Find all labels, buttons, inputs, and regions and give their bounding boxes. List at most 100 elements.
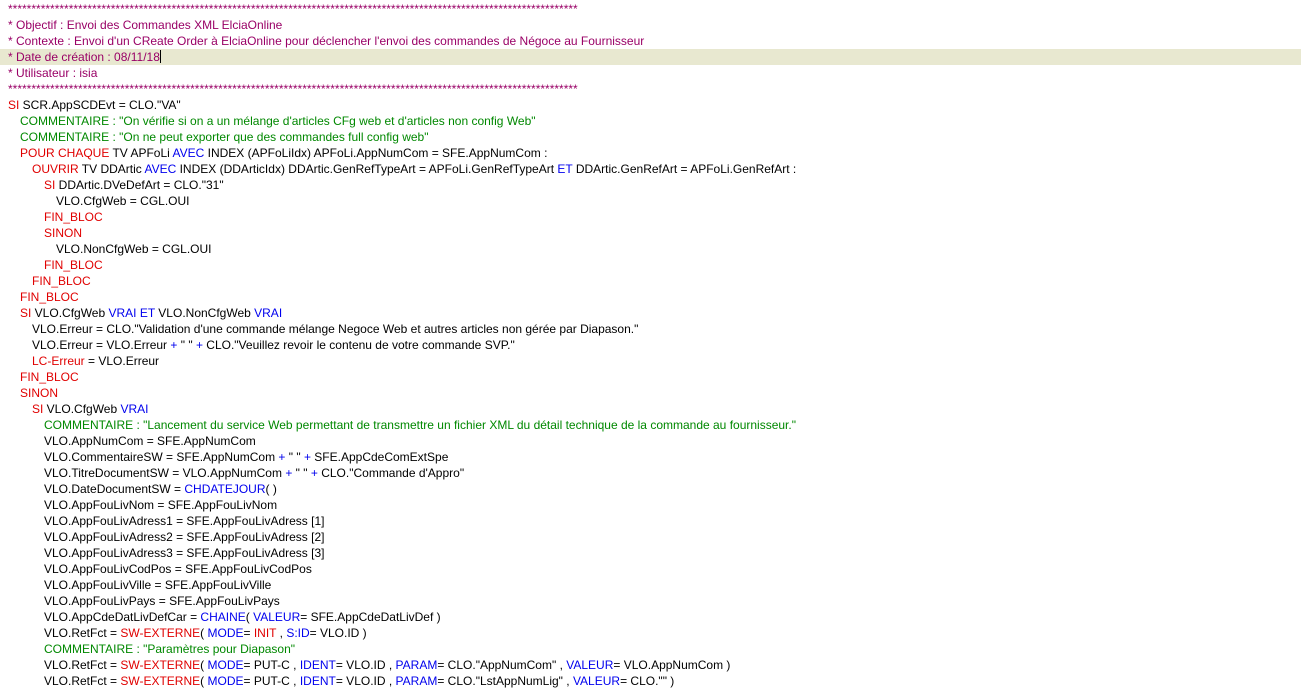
code-line[interactable]: * Utilisateur : isia bbox=[0, 65, 1301, 81]
code-line[interactable]: FIN_BLOC bbox=[0, 209, 1301, 225]
code-line[interactable]: VLO.AppFouLivNom = SFE.AppFouLivNom bbox=[0, 497, 1301, 513]
code-line[interactable]: FIN_BLOC bbox=[0, 289, 1301, 305]
code-text: VLO.RetFct = bbox=[44, 674, 121, 688]
code-text: TV APFoLi bbox=[109, 146, 173, 160]
code-editor[interactable]: ****************************************… bbox=[0, 0, 1301, 694]
code-text: = CLO."LstAppNumLig" , bbox=[437, 674, 573, 688]
comment-text: COMMENTAIRE : "Lancement du service Web … bbox=[44, 418, 796, 432]
keyword-token: POUR CHAQUE bbox=[20, 146, 110, 160]
operator-token: VRAI ET bbox=[108, 306, 155, 320]
code-text: VLO.AppNumCom = SFE.AppNumCom bbox=[44, 434, 256, 448]
operator-token: VRAI bbox=[120, 402, 149, 416]
text-caret bbox=[159, 50, 161, 63]
code-line[interactable]: SI VLO.CfgWeb VRAI ET VLO.NonCfgWeb VRAI bbox=[0, 305, 1301, 321]
code-line[interactable]: VLO.RetFct = SW-EXTERNE( MODE= INIT , S:… bbox=[0, 625, 1301, 641]
code-text: VLO.CommentaireSW = SFE.AppNumCom bbox=[44, 450, 279, 464]
code-line[interactable]: * Contexte : Envoi d'un CReate Order à E… bbox=[0, 33, 1301, 49]
code-text: VLO.CfgWeb bbox=[31, 306, 109, 320]
operator-token: AVEC bbox=[144, 162, 177, 176]
code-line[interactable]: FIN_BLOC bbox=[0, 369, 1301, 385]
code-line[interactable]: SINON bbox=[0, 385, 1301, 401]
code-text: VLO.AppFouLivAdress1 = SFE.AppFouLivAdre… bbox=[44, 514, 325, 528]
code-line[interactable]: VLO.Erreur = VLO.Erreur + " " + CLO."Veu… bbox=[0, 337, 1301, 353]
operator-token: CHAINE bbox=[200, 610, 246, 624]
code-text: CLO."Commande d'Appro" bbox=[317, 466, 465, 480]
code-line[interactable]: VLO.AppNumCom = SFE.AppNumCom bbox=[0, 433, 1301, 449]
header-comment-text: ****************************************… bbox=[8, 2, 578, 16]
code-line[interactable]: FIN_BLOC bbox=[0, 257, 1301, 273]
code-line[interactable]: SI VLO.CfgWeb VRAI bbox=[0, 401, 1301, 417]
keyword-token: FIN_BLOC bbox=[44, 210, 103, 224]
operator-token: VALEUR bbox=[253, 610, 301, 624]
code-line[interactable]: VLO.AppCdeDatLivDefCar = CHAINE( VALEUR=… bbox=[0, 609, 1301, 625]
code-text: = CLO."" ) bbox=[620, 674, 675, 688]
code-line[interactable]: ****************************************… bbox=[0, 81, 1301, 97]
keyword-token: SI bbox=[32, 402, 44, 416]
code-text: = VLO.AppNumCom ) bbox=[613, 658, 731, 672]
code-line[interactable]: COMMENTAIRE : "On vérifie si on a un mél… bbox=[0, 113, 1301, 129]
keyword-token: FIN_BLOC bbox=[32, 274, 91, 288]
code-line[interactable]: VLO.Erreur = CLO."Validation d'une comma… bbox=[0, 321, 1301, 337]
header-comment-text: ****************************************… bbox=[8, 82, 578, 96]
code-line[interactable]: FIN_BLOC bbox=[0, 273, 1301, 289]
code-text: ( bbox=[245, 610, 254, 624]
code-line[interactable]: COMMENTAIRE : "Paramètres pour Diapason" bbox=[0, 641, 1301, 657]
operator-token: ET bbox=[557, 162, 573, 176]
code-text: VLO.CfgWeb = CGL.OUI bbox=[56, 194, 190, 208]
code-line[interactable]: COMMENTAIRE : "On ne peut exporter que d… bbox=[0, 129, 1301, 145]
code-line[interactable]: VLO.AppFouLivVille = SFE.AppFouLivVille bbox=[0, 577, 1301, 593]
header-comment-text: * Objectif : Envoi des Commandes XML Elc… bbox=[8, 18, 283, 32]
code-line[interactable]: VLO.AppFouLivPays = SFE.AppFouLivPays bbox=[0, 593, 1301, 609]
header-comment-text: * Date de création : 08/11/18 bbox=[8, 50, 160, 64]
code-text: VLO.AppCdeDatLivDefCar = bbox=[44, 610, 201, 624]
keyword-token: FIN_BLOC bbox=[20, 290, 79, 304]
code-text: = PUT-C , bbox=[243, 674, 300, 688]
code-text: " " bbox=[285, 450, 304, 464]
header-comment-text: * Contexte : Envoi d'un CReate Order à E… bbox=[8, 34, 645, 48]
code-line[interactable]: VLO.TitreDocumentSW = VLO.AppNumCom + " … bbox=[0, 465, 1301, 481]
code-line[interactable]: LC-Erreur = VLO.Erreur bbox=[0, 353, 1301, 369]
code-line[interactable]: VLO.DateDocumentSW = CHDATEJOUR( ) bbox=[0, 481, 1301, 497]
code-line[interactable]: ****************************************… bbox=[0, 1, 1301, 17]
code-text: = VLO.ID , bbox=[335, 674, 396, 688]
operator-token: MODE bbox=[207, 658, 244, 672]
code-line[interactable]: VLO.RetFct = SW-EXTERNE( MODE= PUT-C , I… bbox=[0, 657, 1301, 673]
code-line[interactable]: VLO.CfgWeb = CGL.OUI bbox=[0, 193, 1301, 209]
code-text: VLO.AppFouLivAdress2 = SFE.AppFouLivAdre… bbox=[44, 530, 325, 544]
code-text: = SFE.AppCdeDatLivDef ) bbox=[300, 610, 441, 624]
operator-token: IDENT bbox=[299, 674, 336, 688]
keyword-token: OUVRIR bbox=[32, 162, 79, 176]
operator-token: + bbox=[195, 338, 203, 352]
comment-text: COMMENTAIRE : "On ne peut exporter que d… bbox=[20, 130, 429, 144]
code-text: " " bbox=[292, 466, 311, 480]
code-line[interactable]: POUR CHAQUE TV APFoLi AVEC INDEX (APFoLi… bbox=[0, 145, 1301, 161]
code-line[interactable]: OUVRIR TV DDArtic AVEC INDEX (DDArticIdx… bbox=[0, 161, 1301, 177]
code-line[interactable]: VLO.NonCfgWeb = CGL.OUI bbox=[0, 241, 1301, 257]
code-line[interactable]: VLO.AppFouLivAdress3 = SFE.AppFouLivAdre… bbox=[0, 545, 1301, 561]
code-line[interactable]: VLO.CommentaireSW = SFE.AppNumCom + " " … bbox=[0, 449, 1301, 465]
code-line[interactable]: * Objectif : Envoi des Commandes XML Elc… bbox=[0, 17, 1301, 33]
keyword-token: LC-Erreur bbox=[32, 354, 85, 368]
code-line[interactable]: SI DDArtic.DVeDefArt = CLO."31" bbox=[0, 177, 1301, 193]
code-line[interactable]: COMMENTAIRE : "Lancement du service Web … bbox=[0, 417, 1301, 433]
code-line[interactable]: VLO.AppFouLivAdress1 = SFE.AppFouLivAdre… bbox=[0, 513, 1301, 529]
code-text: VLO.CfgWeb bbox=[43, 402, 121, 416]
operator-token: VALEUR bbox=[572, 674, 621, 688]
operator-token: IDENT bbox=[299, 658, 336, 672]
code-text: VLO.NonCfgWeb = CGL.OUI bbox=[56, 242, 212, 256]
operator-token: + bbox=[310, 466, 318, 480]
code-line[interactable]: SI SCR.AppSCDEvt = CLO."VA" bbox=[0, 97, 1301, 113]
code-line[interactable]: VLO.RetFct = SW-EXTERNE( MODE= PUT-C , I… bbox=[0, 673, 1301, 689]
code-line[interactable]: VLO.AppFouLivAdress2 = SFE.AppFouLivAdre… bbox=[0, 529, 1301, 545]
code-text: VLO.AppFouLivPays = SFE.AppFouLivPays bbox=[44, 594, 280, 608]
keyword-token: INIT bbox=[253, 626, 277, 640]
code-line[interactable]: SINON bbox=[0, 225, 1301, 241]
code-line[interactable]: VLO.AppFouLivCodPos = SFE.AppFouLivCodPo… bbox=[0, 561, 1301, 577]
code-text: DDArtic.DVeDefArt = CLO."31" bbox=[55, 178, 224, 192]
code-text: VLO.RetFct = bbox=[44, 658, 121, 672]
code-text: VLO.AppFouLivVille = SFE.AppFouLivVille bbox=[44, 578, 272, 592]
code-line[interactable]: * Date de création : 08/11/18 bbox=[0, 49, 1301, 65]
operator-token: VRAI bbox=[254, 306, 283, 320]
operator-token: AVEC bbox=[172, 146, 205, 160]
code-text: INDEX (APFoLiIdx) APFoLi.AppNumCom = SFE… bbox=[204, 146, 548, 160]
